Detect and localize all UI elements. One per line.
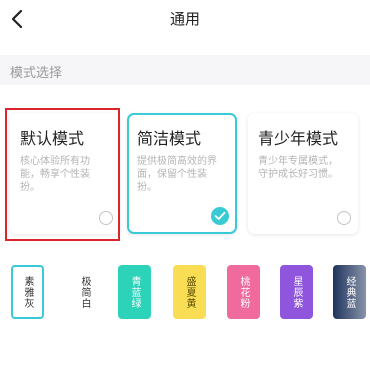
theme-label: 桃花粉 <box>238 275 249 309</box>
theme-label: 盛夏黄 <box>184 275 195 309</box>
page-title: 通用 <box>169 10 200 28</box>
top-bar: 通用 <box>0 0 370 40</box>
mode-title: 青少年模式 <box>258 129 339 148</box>
theme-swatch-yellow[interactable]: 盛夏黄 <box>173 265 206 319</box>
mode-description: 核心体验所有功能，畅享个性装扮。 <box>20 156 90 193</box>
mode-card-youth[interactable]: 青少年模式 青少年专属模式，守护成长好习惯。 <box>248 113 358 234</box>
radio-unchecked-icon[interactable] <box>99 211 113 225</box>
checkmark-icon <box>214 211 226 220</box>
mode-card-simple[interactable]: 简洁模式 提供极简高效的界面，保留个性装扮。 <box>127 113 237 234</box>
theme-swatch-green[interactable]: 青蓝绿 <box>118 265 151 319</box>
mode-description: 青少年专属模式，守护成长好习惯。 <box>258 156 338 180</box>
theme-label: 素雅灰 <box>22 275 33 309</box>
mode-title: 简洁模式 <box>137 129 202 148</box>
theme-swatch-white[interactable]: 极简白 <box>68 265 101 319</box>
theme-label: 极简白 <box>79 275 90 309</box>
theme-swatch-blue[interactable]: 经典蓝 <box>333 265 366 319</box>
radio-checked-icon[interactable] <box>211 207 229 225</box>
theme-swatch-gray[interactable]: 素雅灰 <box>11 265 44 319</box>
theme-label: 青蓝绿 <box>129 275 140 309</box>
theme-label: 经典蓝 <box>344 275 355 309</box>
section-label: 模式选择 <box>10 66 63 81</box>
mode-description: 提供极简高效的界面，保留个性装扮。 <box>137 156 217 193</box>
radio-unchecked-icon[interactable] <box>337 211 351 225</box>
mode-card-default[interactable]: 默认模式 核心体验所有功能，畅享个性装扮。 <box>10 113 120 234</box>
theme-label: 星辰紫 <box>291 275 302 309</box>
theme-swatch-purple[interactable]: 星辰紫 <box>280 265 313 319</box>
theme-swatch-pink[interactable]: 桃花粉 <box>227 265 260 319</box>
mode-title: 默认模式 <box>20 129 85 148</box>
